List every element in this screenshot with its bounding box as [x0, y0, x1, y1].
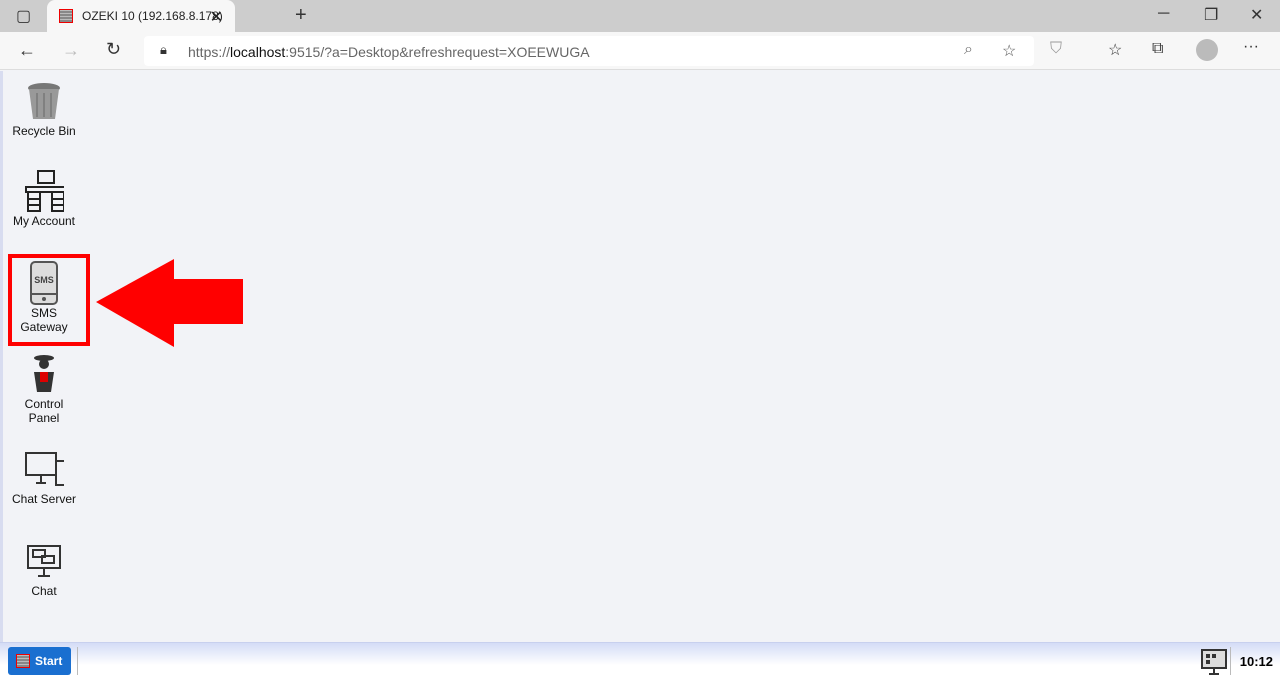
minimize-icon[interactable]: ─	[1158, 5, 1169, 23]
address-bar: ← → ↻ 🔒︎ https://localhost:9515/?a=Deskt…	[0, 32, 1280, 70]
clock: 10:12	[1239, 654, 1273, 669]
close-tab-icon[interactable]: ✕	[210, 7, 223, 27]
highlight-box	[8, 254, 90, 346]
chat-monitor-icon	[24, 541, 64, 581]
start-button[interactable]: Start	[8, 647, 71, 675]
restore-icon[interactable]: ❐	[1204, 5, 1218, 25]
red-arrow-annotation	[96, 259, 243, 347]
more-icon[interactable]: ···	[1243, 38, 1259, 56]
recycle-bin-icon	[24, 81, 64, 121]
icon-label: Chat	[31, 584, 57, 598]
divider	[1230, 647, 1231, 675]
divider	[77, 647, 78, 675]
desktop-icon-recycle-bin[interactable]: Recycle Bin	[3, 81, 85, 138]
zoom-icon[interactable]: ⌕	[964, 41, 973, 59]
shield-icon[interactable]: ⛉	[1050, 40, 1062, 58]
desktop-icon-control-panel[interactable]: Control Panel	[3, 354, 85, 425]
tab-actions-icon[interactable]: ▢	[16, 6, 31, 26]
show-desktop-icon[interactable]	[1201, 649, 1227, 675]
taskbar: Start 10:12	[0, 642, 1280, 680]
url-input[interactable]: 🔒︎ https://localhost:9515/?a=Desktop&ref…	[144, 36, 1034, 66]
tab-bar: ▢ OZEKI 10 (192.168.8.178) ✕ + ─ ❐ ✕	[0, 0, 1280, 32]
control-panel-icon	[24, 354, 64, 394]
icon-label: Chat Server	[11, 492, 77, 506]
browser-tab[interactable]: OZEKI 10 (192.168.8.178) ✕	[47, 0, 235, 32]
lock-icon[interactable]: 🔒︎	[160, 42, 167, 58]
refresh-icon[interactable]: ↻	[106, 39, 121, 60]
ozeki-favicon-icon	[59, 9, 73, 23]
desk-icon	[24, 170, 64, 212]
desktop-icon-my-account[interactable]: My Account	[3, 170, 85, 228]
tab-title: OZEKI 10 (192.168.8.178)	[82, 9, 223, 23]
url-rest: :9515/?a=Desktop&refreshrequest=XOEEWUGA	[285, 44, 590, 60]
favorite-add-icon[interactable]: ☆	[1002, 41, 1016, 61]
new-tab-icon[interactable]: +	[295, 4, 307, 27]
icon-label: Control Panel	[24, 397, 64, 425]
url-prefix: https://	[188, 44, 231, 60]
start-label: Start	[35, 654, 63, 668]
url-host: localhost	[230, 44, 286, 60]
forward-icon[interactable]: →	[62, 40, 80, 61]
monitor-device-icon	[24, 449, 64, 489]
desktop: Recycle Bin My Account SMS SMS Gateway C…	[0, 71, 1280, 642]
profile-avatar[interactable]	[1196, 39, 1218, 61]
favorites-icon[interactable]: ☆	[1108, 40, 1122, 60]
desktop-icon-chat[interactable]: Chat	[3, 541, 85, 598]
icon-label: Recycle Bin	[12, 124, 76, 138]
close-window-icon[interactable]: ✕	[1250, 5, 1263, 25]
collections-icon[interactable]: ⧉	[1152, 40, 1163, 58]
back-icon[interactable]: ←	[18, 40, 36, 61]
icon-label: My Account	[12, 214, 76, 228]
desktop-icon-chat-server[interactable]: Chat Server	[3, 449, 85, 506]
ozeki-logo-icon	[16, 654, 30, 668]
